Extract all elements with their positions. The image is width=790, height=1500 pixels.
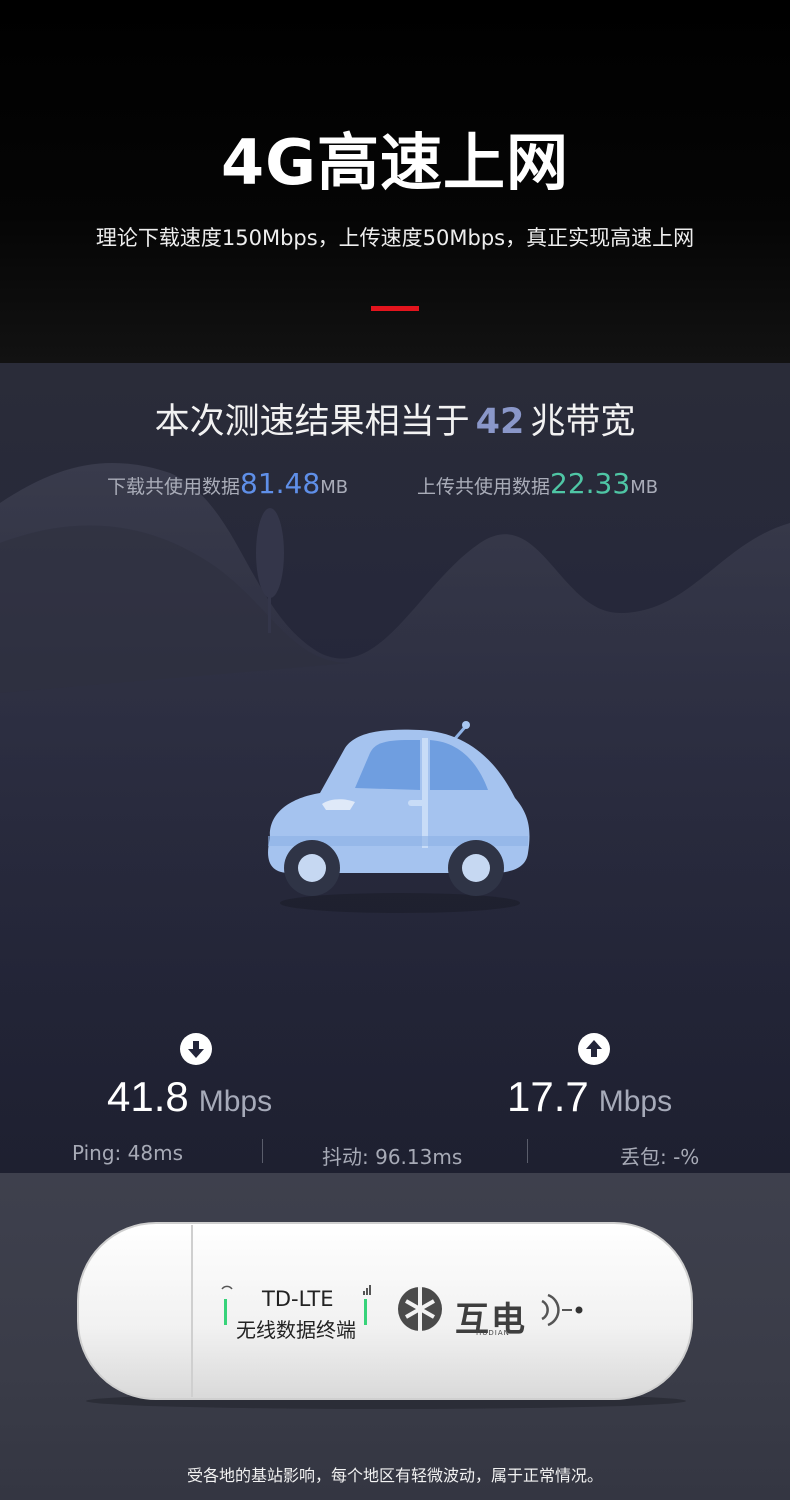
jitter-metric: 抖动: 96.13ms [322,1145,463,1169]
upload-usage-value: 22.33 [550,467,631,500]
accent-divider [371,306,419,311]
upload-rate-value: 17.7 [507,1073,589,1120]
result-value: 42 [475,402,525,442]
arrow-down-circle-icon [180,1033,212,1065]
download-usage: 下载共使用数据81.48MB [107,467,348,500]
packet-loss-metric: 丢包: -% [620,1145,700,1169]
download-usage-unit: MB [320,477,349,498]
disclaimer-text: 受各地的基站影响，每个地区有轻微波动，属于正常情况。 [186,1466,603,1485]
download-usage-label: 下载共使用数据 [107,476,241,498]
download-rate-unit: Mbps [198,1085,273,1118]
upload-rate-unit: Mbps [598,1085,673,1118]
header-section: 4G高速上网 理论下载速度150Mbps，上传速度50Mbps，真正实现高速上网 [0,0,790,363]
upload-usage-label: 上传共使用数据 [417,476,551,498]
upload-rate: 17.7 Mbps [507,1073,672,1121]
brand-english-text: HUDIAN [476,1329,510,1337]
page-subtitle: 理论下载速度150Mbps，上传速度50Mbps，真正实现高速上网 [95,226,695,250]
ping-metric: Ping: 48ms [72,1141,183,1165]
product-section: TD-LTE 无线数据终端 互电 HUDIAN 受各地的基站影响，每个地区有轻微… [0,1173,790,1500]
car-illustration [268,721,530,913]
upload-usage-unit: MB [630,477,659,498]
result-suffix: 兆带宽 [530,402,636,442]
lte-chinese-label: 无线数据终端 [236,1318,356,1342]
lte-label: TD-LTE [262,1287,334,1311]
usb-dongle-image [77,1222,693,1409]
download-rate-value: 41.8 [107,1073,189,1120]
download-usage-value: 81.48 [240,467,321,500]
arrow-up-circle-icon [578,1033,610,1065]
result-prefix: 本次测速结果相当于 [154,402,470,442]
metric-divider [527,1139,528,1163]
download-rate: 41.8 Mbps [107,1073,272,1121]
upload-usage: 上传共使用数据22.33MB [417,467,658,500]
bandwidth-result: 本次测速结果相当于 42 兆带宽 [0,393,790,444]
page-title: 4G高速上网 [220,126,570,199]
metric-divider [262,1139,263,1163]
speed-test-panel: 本次测速结果相当于 42 兆带宽 下载共使用数据81.48MB 上传共使用数据22.… [0,363,790,1173]
